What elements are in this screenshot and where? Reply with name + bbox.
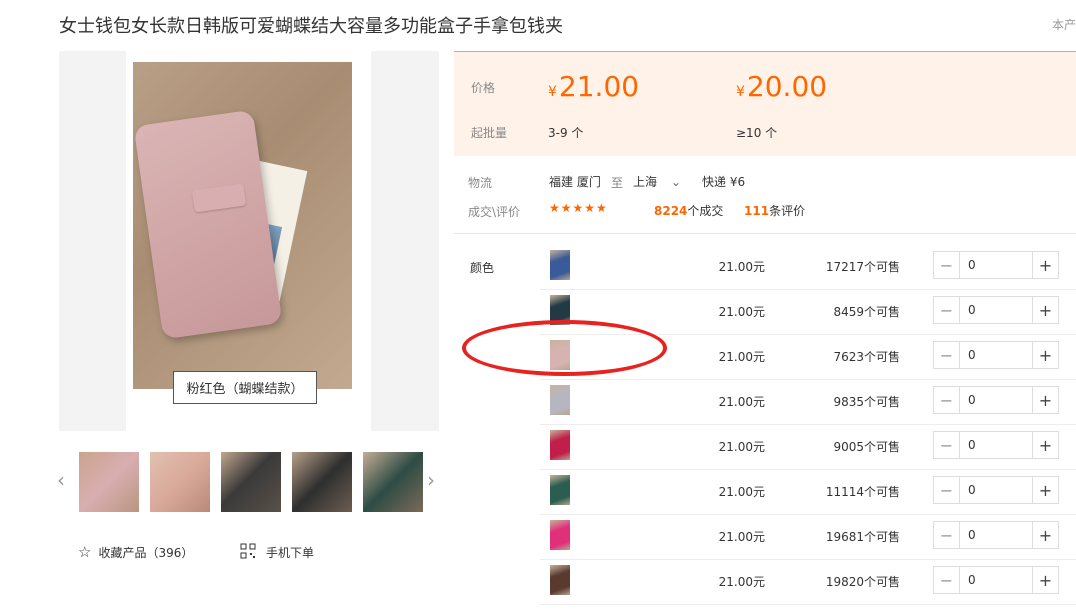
sku-price: 21.00元 [718,350,765,364]
main-product-image[interactable] [133,62,352,389]
minus-icon[interactable]: − [934,567,960,593]
tier1-price: ¥21.00 [548,70,640,103]
plus-icon[interactable]: + [1032,252,1058,278]
sku-stock: 19681个可售 [825,530,900,544]
sku-price: 21.00元 [718,440,765,454]
chevron-down-icon: ⌄ [670,175,681,189]
sku-price: 21.00元 [718,530,765,544]
sku-stock: 9835个可售 [833,395,900,409]
sku-row: 21.00元 19681个可售 −0 + [540,515,1076,560]
sku-row: 21.00元 11114个可售 −0 + [540,470,1076,515]
sku-price: 21.00元 [718,395,765,409]
sku-stock: 17217个可售 [825,260,900,274]
quantity-input[interactable]: 0 [960,387,976,413]
plus-icon[interactable]: + [1032,567,1058,593]
logistics-to-select[interactable]: 上海 ⌄ [633,173,681,190]
favorite-label: 收藏产品（396） [98,545,194,560]
sku-swatch[interactable] [550,250,570,280]
thumbnail[interactable] [221,452,281,512]
sku-row: 21.00元 9005个可售 −0 + [540,425,1076,470]
quantity-stepper: −0 + [933,521,1059,549]
quantity-input[interactable]: 0 [960,252,976,278]
tier1-qty: 3-9 个 [548,126,584,140]
plus-icon[interactable]: + [1032,342,1058,368]
sku-price: 21.00元 [718,305,765,319]
quantity-stepper: −0 + [933,566,1059,594]
price-panel: 价格 ¥21.00 ¥20.00 起批量 3-9 个 ≥10 个 [454,51,1076,156]
plus-icon[interactable]: + [1032,522,1058,548]
image-caption: 粉红色（蝴蝶结款） [173,371,317,404]
favorite-button[interactable]: ☆ 收藏产品（396） [78,543,193,561]
mobile-order-button[interactable]: 手机下单 [240,543,314,562]
top-right-text: 本产 [1051,18,1076,32]
divider [454,233,1076,234]
qr-grid-icon [240,543,256,562]
sku-swatch[interactable] [550,430,570,460]
thumbnail-strip [79,452,423,512]
minus-icon[interactable]: − [934,297,960,323]
sku-price: 21.00元 [718,485,765,499]
sku-stock: 8459个可售 [833,305,900,319]
thumb-prev-icon[interactable]: ‹ [57,468,65,492]
thumbnail[interactable] [150,452,210,512]
quantity-stepper: −0 + [933,251,1059,279]
sku-row: 21.00元 9835个可售 −0 + [540,380,1076,425]
sku-row: 21.00元 17217个可售 −0 + [540,245,1076,290]
plus-icon[interactable]: + [1032,477,1058,503]
quantity-stepper: −0 + [933,431,1059,459]
quantity-stepper: −0 + [933,341,1059,369]
deals-label: 成交\评价 [468,205,521,219]
thumbnail[interactable] [292,452,352,512]
logistics-from: 福建 厦门 [549,175,601,189]
minus-icon[interactable]: − [934,477,960,503]
rating-stars: ★★★★★ [549,201,608,215]
sku-stock: 11114个可售 [825,485,900,499]
logistics-label: 物流 [468,176,493,190]
minus-icon[interactable]: − [934,387,960,413]
moq-label: 起批量 [471,126,508,140]
quantity-stepper: −0 + [933,476,1059,504]
product-title: 女士钱包女长款日韩版可爱蝴蝶结大容量多功能盒子手拿包钱夹 [59,16,563,37]
sku-price: 21.00元 [718,575,765,589]
sku-swatch[interactable] [550,475,570,505]
annotation-ellipse [462,320,667,376]
wallet-image [133,109,283,340]
sku-stock: 7623个可售 [833,350,900,364]
sku-swatch[interactable] [550,520,570,550]
quantity-input[interactable]: 0 [960,522,976,548]
price-label: 价格 [471,81,496,95]
quantity-input[interactable]: 0 [960,342,976,368]
review-count[interactable]: 111条评价 [744,202,805,219]
thumbnail[interactable] [363,452,423,512]
minus-icon[interactable]: − [934,342,960,368]
quantity-stepper: −0 + [933,386,1059,414]
thumb-next-icon[interactable]: › [427,468,435,492]
sku-row: 21.00元 19820个可售 −0 + [540,560,1076,605]
deal-count: 8224个成交 [654,204,724,218]
quantity-input[interactable]: 0 [960,432,976,458]
plus-icon[interactable]: + [1032,297,1058,323]
sku-swatch[interactable] [550,385,570,415]
quantity-input[interactable]: 0 [960,297,976,323]
quantity-input[interactable]: 0 [960,567,976,593]
star-outline-icon: ☆ [78,543,92,561]
minus-icon[interactable]: − [934,252,960,278]
color-label: 颜色 [470,261,495,275]
plus-icon[interactable]: + [1032,387,1058,413]
sku-price: 21.00元 [718,260,765,274]
mobile-order-label: 手机下单 [266,546,315,560]
sku-stock: 19820个可售 [825,575,900,589]
sku-stock: 9005个可售 [833,440,900,454]
quantity-input[interactable]: 0 [960,477,976,503]
minus-icon[interactable]: − [934,522,960,548]
thumbnail[interactable] [79,452,139,512]
tier2-price: ¥20.00 [736,70,828,103]
plus-icon[interactable]: + [1032,432,1058,458]
tier2-qty: ≥10 个 [736,126,778,140]
minus-icon[interactable]: − [934,432,960,458]
shipping-fee: 快递 ¥6 [702,175,746,189]
quantity-stepper: −0 + [933,296,1059,324]
sku-swatch[interactable] [550,565,570,595]
logistics-to-word: 至 [611,176,624,190]
